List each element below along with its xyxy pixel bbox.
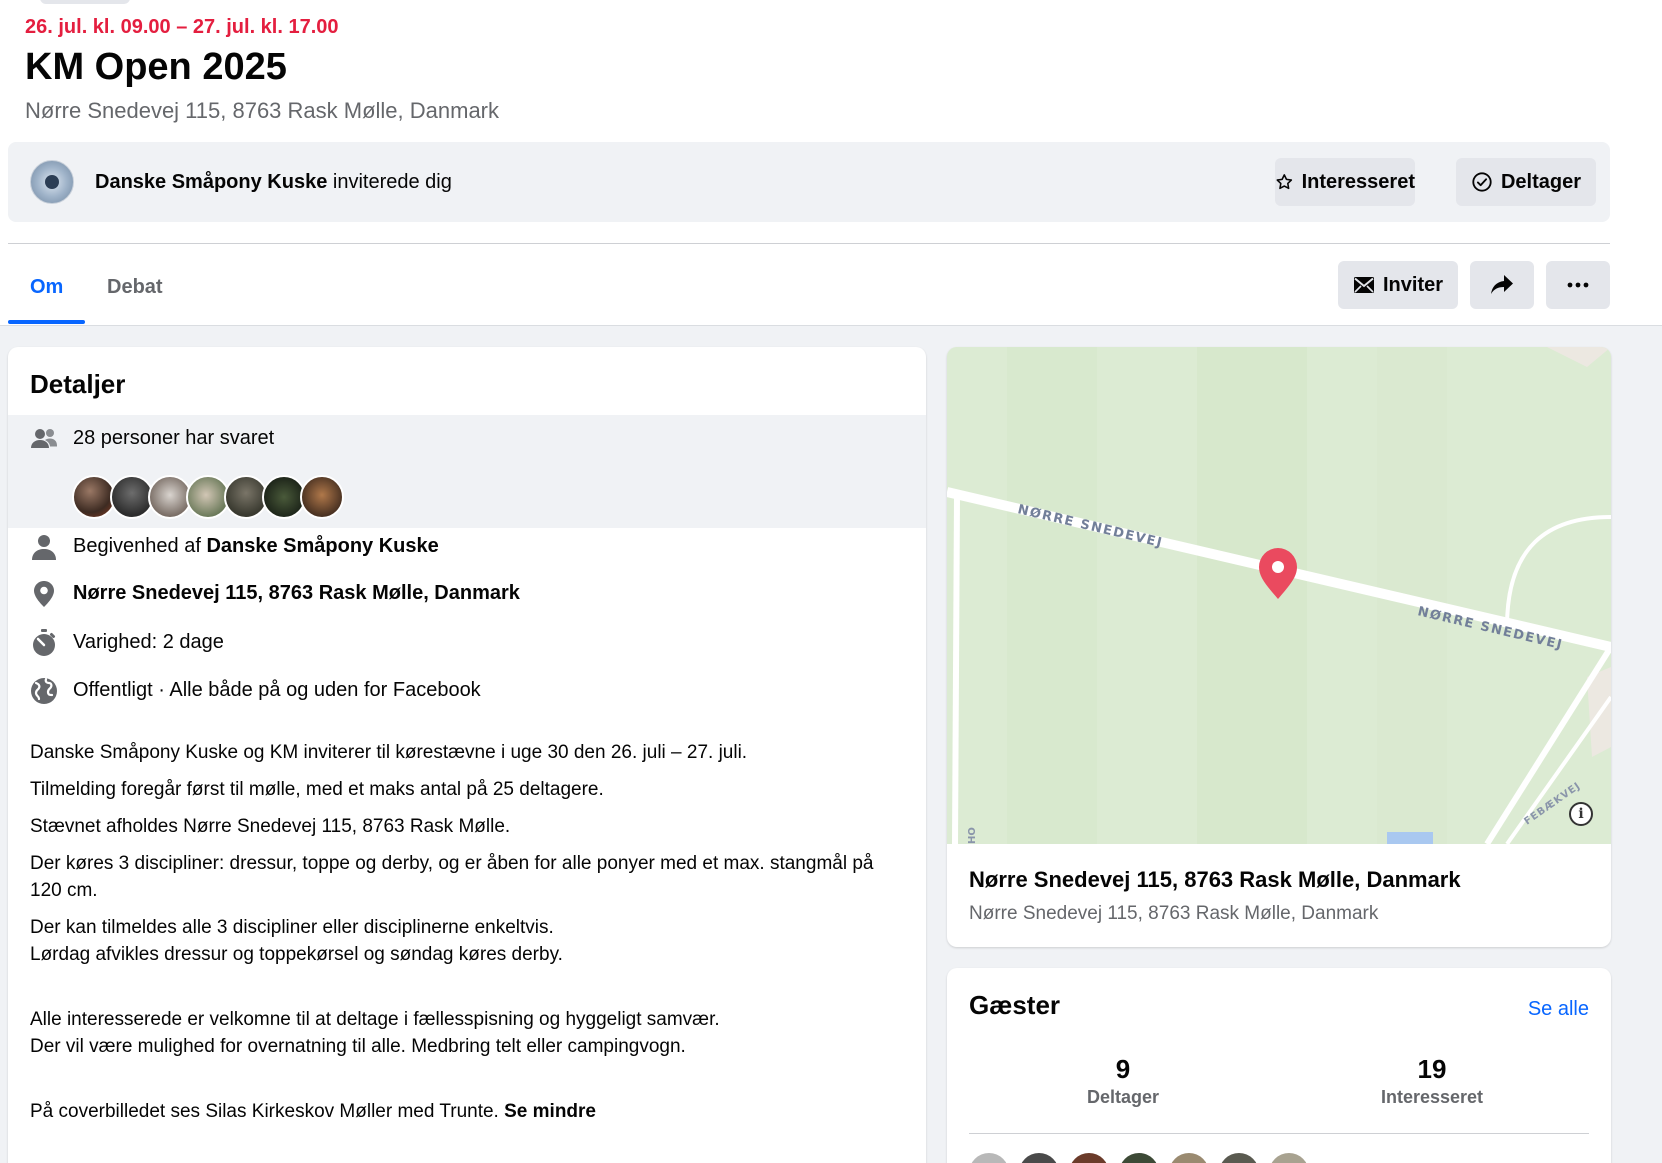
header-divider [8,243,1610,244]
invite-label: Inviter [1382,273,1444,296]
description-paragraph: Der køres 3 discipliner: dressur, toppe … [30,853,874,901]
event-description: Danske Småpony Kuske og KM inviterer til… [30,739,910,1135]
inviter-avatar[interactable] [30,160,74,204]
guest-avatars [969,1153,1309,1163]
invite-bar: Danske Småpony Kuske inviterede dig Inte… [8,142,1610,222]
organizer-prefix: Begivenhed af [73,535,207,557]
invite-button[interactable]: Inviter [1338,261,1458,309]
invite-suffix: inviterede dig [327,171,452,193]
person-icon [30,533,58,561]
guest-avatar[interactable] [969,1153,1009,1163]
organizer-row: Begivenhed af Danske Småpony Kuske [73,535,439,558]
location-pin-icon [30,580,58,608]
interested-label: Interesseret [1301,170,1415,193]
map-address-subtitle: Nørre Snedevej 115, 8763 Rask Mølle, Dan… [969,903,1379,924]
description-paragraph: Stævnet afholdes Nørre Snedevej 115, 876… [30,816,511,837]
going-stat[interactable]: 9 Deltager [1023,1054,1223,1108]
event-location: Nørre Snedevej 115, 8763 Rask Mølle, Dan… [25,98,500,123]
going-button[interactable]: Deltager [1456,158,1596,206]
see-less-link[interactable]: Se mindre [504,1101,596,1122]
star-icon [1276,174,1293,190]
guest-avatar[interactable] [1119,1153,1159,1163]
details-heading: Detaljer [30,369,126,399]
envelope-icon [1353,277,1374,293]
description-paragraph: Tilmelding foregår først til mølle, med … [30,779,604,800]
address-link[interactable]: Nørre Snedevej 115, 8763 Rask Mølle, Dan… [73,582,520,605]
description-line: Der kan tilmeldes alle 3 discipliner ell… [30,917,554,938]
guests-card: Gæster Se alle 9 Deltager 19 Interessere… [947,968,1611,1163]
active-tab-indicator [8,320,85,324]
organizer-link[interactable]: Danske Småpony Kuske [206,535,438,557]
responses-count: 28 personer har svaret [73,427,275,449]
duration: Varighed: 2 dage [73,631,224,653]
road-label: HO [967,827,978,844]
check-circle-icon [1472,172,1492,192]
description-paragraph: Der kan tilmeldes alle 3 discipliner ell… [30,914,910,968]
responder-avatar[interactable] [300,475,344,519]
going-count: 9 [1115,1054,1131,1084]
going-stat-label: Deltager [1086,1087,1160,1107]
tab-debat[interactable]: Debat [107,276,163,299]
interested-stat[interactable]: 19 Interesseret [1332,1054,1532,1108]
description-paragraph: Danske Småpony Kuske og KM inviterer til… [30,742,748,763]
description-line: Der vil være mulighed for overnatning ti… [30,1036,686,1057]
interested-stat-label: Interesseret [1380,1087,1484,1107]
description-line: Alle interesserede er velkomne til at de… [30,1009,720,1030]
share-icon [1491,275,1513,294]
event-title: KM Open 2025 [25,46,287,88]
guest-avatar[interactable] [1269,1153,1309,1163]
map-address-title[interactable]: Nørre Snedevej 115, 8763 Rask Mølle, Dan… [969,867,1461,893]
description-line: Lørdag afvikles dressur og toppekørsel o… [30,944,563,965]
event-date: 26. jul. kl. 09.00 – 27. jul. kl. 17.00 [25,16,339,38]
guests-divider [969,1133,1589,1134]
guest-avatar[interactable] [1069,1153,1109,1163]
inviter-name[interactable]: Danske Småpony Kuske [95,171,327,193]
description-paragraph: Alle interesserede er velkomne til at de… [30,1006,910,1060]
guest-avatar[interactable] [1219,1153,1259,1163]
share-button[interactable] [1470,261,1534,309]
stopwatch-icon [30,629,58,657]
guest-avatar[interactable] [1169,1153,1209,1163]
guest-avatar[interactable] [1019,1153,1059,1163]
tab-om[interactable]: Om [30,276,63,299]
location-map[interactable]: NØRRE SNEDEVEJ NØRRE SNEDEVEJ FEBÆKVEJ H… [947,347,1611,844]
invite-message: Danske Småpony Kuske inviterede dig [95,171,452,194]
globe-icon [30,677,58,705]
description-paragraph: På coverbilledet ses Silas Kirkeskov Møl… [30,1098,910,1125]
info-icon[interactable]: i [1569,802,1593,826]
more-options-button[interactable] [1546,261,1610,309]
responder-avatars[interactable] [72,475,344,519]
more-icon [1567,282,1589,288]
map-card: NØRRE SNEDEVEJ NØRRE SNEDEVEJ FEBÆKVEJ H… [947,347,1611,947]
see-all-link[interactable]: Se alle [1528,998,1589,1021]
description-line: På coverbilledet ses Silas Kirkeskov Møl… [30,1101,505,1122]
interested-button[interactable]: Interesseret [1275,158,1415,206]
going-label: Deltager [1500,170,1582,193]
map-graphic: NØRRE SNEDEVEJ NØRRE SNEDEVEJ FEBÆKVEJ H… [947,347,1611,844]
details-card: Detaljer 28 personer har svaret Begivenh… [8,347,926,1163]
people-icon [30,425,58,453]
responses-block[interactable]: 28 personer har svaret [8,415,926,528]
top-pill [40,0,130,4]
privacy: Offentligt · Alle både på og uden for Fa… [73,679,481,701]
guests-heading: Gæster [969,990,1061,1020]
interested-count: 19 [1417,1054,1447,1084]
